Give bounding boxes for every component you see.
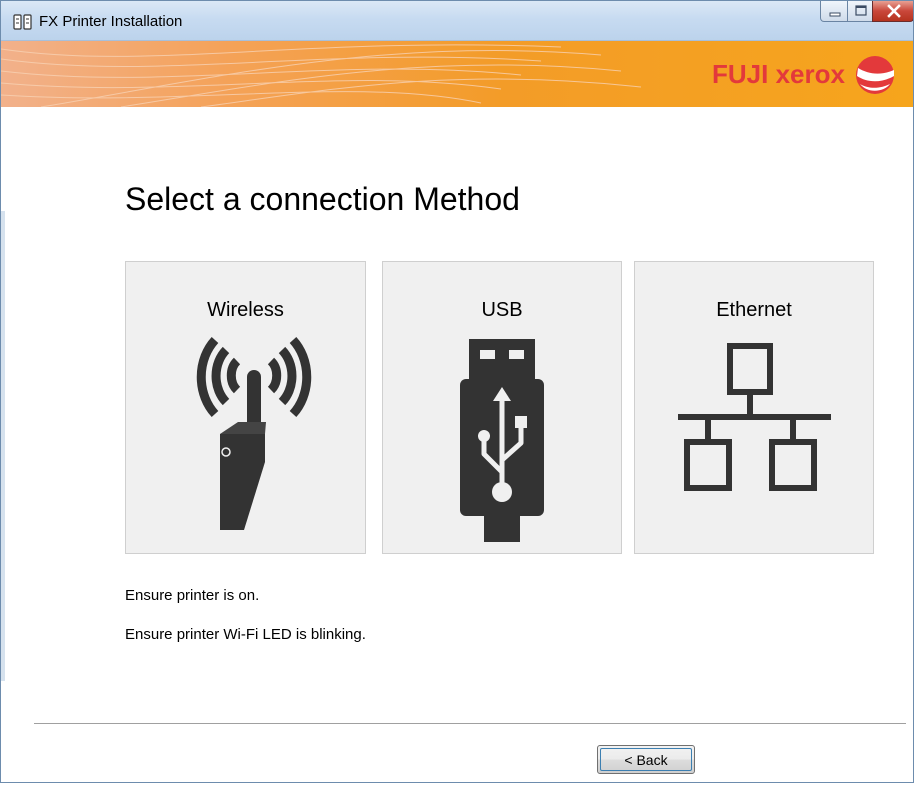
network-topology-icon <box>678 343 831 491</box>
installer-window: FX Printer Installation FUJI xerox Selec… <box>0 0 914 783</box>
xerox-sphere-logo <box>856 56 894 94</box>
footer-divider <box>34 723 906 724</box>
back-button[interactable]: < Back <box>597 745 695 774</box>
close-icon <box>887 4 901 18</box>
maximize-button[interactable] <box>847 1 873 22</box>
window-edge-accent <box>1 211 5 681</box>
instruction-wifi-led: Ensure printer Wi-Fi LED is blinking. <box>125 626 366 643</box>
brand-logo-text: FUJI xerox <box>712 59 845 89</box>
page-title: Select a connection Method <box>125 181 520 217</box>
usb-option-card[interactable]: USB <box>382 261 622 554</box>
wireless-option-card[interactable]: Wireless <box>125 261 366 554</box>
ethernet-option-card[interactable]: Ethernet <box>634 261 874 554</box>
minimize-button[interactable] <box>820 1 848 22</box>
title-bar[interactable]: FX Printer Installation <box>1 1 913 41</box>
instruction-printer-on: Ensure printer is on. <box>125 587 260 604</box>
window-title: FX Printer Installation <box>39 13 183 30</box>
brand-banner: FUJI xerox <box>1 41 913 107</box>
usb-drive-icon <box>460 339 544 542</box>
maximize-icon <box>855 5 867 16</box>
minimize-icon <box>829 12 841 17</box>
printer-installer-icon <box>13 14 32 30</box>
wireless-router-icon <box>196 336 312 530</box>
back-button-label: < Back <box>624 751 668 768</box>
close-button[interactable] <box>872 1 913 22</box>
